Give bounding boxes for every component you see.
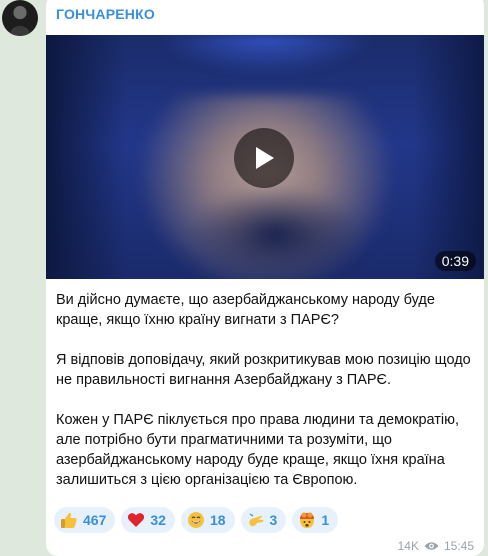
message-bubble: ГОНЧАРЕНКО 0:39 Ви дійсно думаєте, що аз… [46, 0, 484, 556]
message-paragraph: Кожен у ПАРЄ піклується про права людини… [56, 412, 460, 488]
reactions-bar: 467 32 18 3 1 [54, 507, 339, 533]
reaction-thumbs-up[interactable]: 467 [54, 507, 116, 533]
reaction-pinching[interactable]: 3 [240, 507, 287, 533]
message-paragraph: Я відповів доповідачу, який розкритикува… [56, 352, 471, 388]
message-meta: 14K 15:45 [398, 539, 474, 553]
play-button[interactable] [234, 128, 294, 188]
reaction-grinning[interactable]: 18 [180, 507, 235, 533]
red-heart-icon [128, 513, 145, 527]
reaction-exploding-head[interactable]: 1 [292, 507, 339, 533]
avatar[interactable] [2, 0, 38, 36]
reaction-heart[interactable]: 32 [121, 507, 175, 533]
reaction-count: 18 [209, 512, 226, 528]
play-icon [256, 147, 274, 169]
view-count: 14K [397, 539, 419, 553]
exploding-head-icon [300, 512, 315, 528]
pinching-hand-icon [248, 513, 263, 527]
thumbs-up-icon [61, 512, 77, 528]
eye-icon [424, 542, 439, 550]
message-time: 15:45 [443, 539, 474, 553]
reaction-count: 32 [150, 512, 166, 528]
reaction-count: 467 [83, 512, 107, 528]
reaction-count: 1 [321, 512, 330, 528]
reaction-count: 3 [269, 512, 278, 528]
video-player[interactable]: 0:39 [46, 35, 484, 279]
video-duration: 0:39 [434, 251, 476, 271]
author-name[interactable]: ГОНЧАРЕНКО [56, 6, 155, 22]
message-text: Ви дійсно думаєте, що азербайджанському … [56, 290, 476, 510]
message-paragraph: Ви дійсно думаєте, що азербайджанському … [56, 292, 435, 328]
grinning-face-icon [187, 512, 204, 528]
